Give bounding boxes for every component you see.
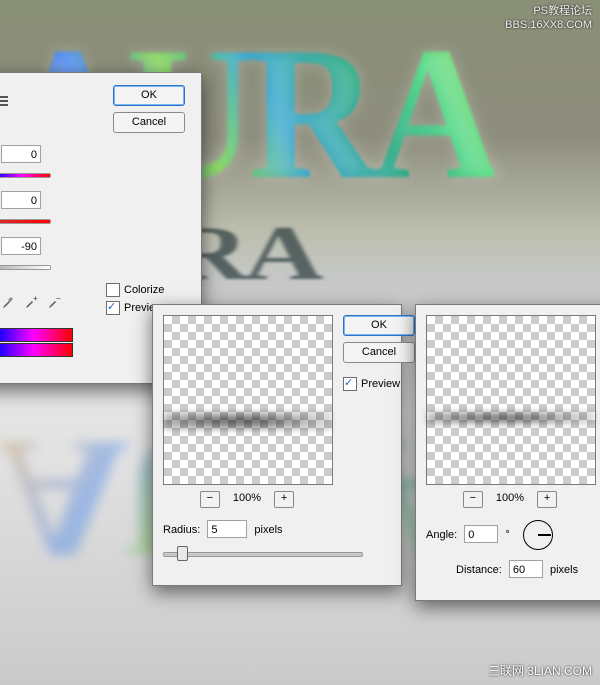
preview-box[interactable] <box>426 315 596 485</box>
eyedropper-minus-icon[interactable]: − <box>47 293 63 309</box>
zoom-in-button[interactable]: + <box>537 491 557 508</box>
distance-field[interactable]: 60 <box>509 560 543 578</box>
distance-unit: pixels <box>550 564 578 576</box>
colorize-label: Colorize <box>124 284 164 296</box>
radius-slider[interactable] <box>163 544 363 562</box>
hue-colorbar-top <box>0 328 73 342</box>
hue-field[interactable]: 0 <box>1 145 41 163</box>
zoom-out-button[interactable]: − <box>200 491 220 508</box>
watermark-bottom: 三联网 3LIAN.COM <box>488 662 592 679</box>
cancel-button[interactable]: Cancel <box>343 342 415 363</box>
radius-field[interactable]: 5 <box>207 520 247 538</box>
cancel-button[interactable]: Cancel <box>113 112 185 133</box>
preview-checkbox[interactable]: Preview <box>343 377 415 391</box>
zoom-out-button[interactable]: − <box>463 491 483 508</box>
zoom-in-button[interactable]: + <box>274 491 294 508</box>
watermark-line2: BBS.16XX8.COM <box>505 18 592 32</box>
watermark-line1: PS教程论坛 <box>505 4 592 18</box>
angle-label: Angle: <box>426 529 457 541</box>
ok-button[interactable]: OK <box>113 85 185 106</box>
angle-unit: ° <box>505 529 509 541</box>
gaussian-blur-dialog: OK Cancel Preview − 100% + Radius: 5 pix… <box>152 304 402 586</box>
watermark-top: PS教程论坛 BBS.16XX8.COM <box>505 4 592 32</box>
hue-colorbar-bottom <box>0 343 73 357</box>
angle-field[interactable]: 0 <box>464 525 498 543</box>
radius-label: Radius: <box>163 524 200 536</box>
colorize-checkbox[interactable]: Colorize <box>106 283 164 297</box>
saturation-slider[interactable] <box>0 211 51 229</box>
angle-dial[interactable] <box>523 520 553 550</box>
eyedropper-plus-icon[interactable]: + <box>24 293 40 309</box>
zoom-level: 100% <box>233 492 261 504</box>
preset-menu-icon[interactable] <box>0 94 8 110</box>
distance-label: Distance: <box>456 564 502 576</box>
zoom-level: 100% <box>496 492 524 504</box>
lightness-slider[interactable] <box>0 257 51 275</box>
ok-button[interactable]: OK <box>343 315 415 336</box>
radius-unit: pixels <box>254 524 282 536</box>
svg-text:+: + <box>33 294 38 303</box>
hue-slider[interactable] <box>0 165 51 183</box>
lightness-field[interactable]: -90 <box>1 237 41 255</box>
svg-text:−: − <box>56 294 61 303</box>
eyedropper-icon[interactable] <box>1 293 17 309</box>
saturation-field[interactable]: 0 <box>1 191 41 209</box>
preview-label: Preview <box>361 378 400 390</box>
preview-box[interactable] <box>163 315 333 485</box>
motion-blur-dialog: OK Cancel P − 100% + Angle: 0 ° Distance… <box>415 304 600 601</box>
